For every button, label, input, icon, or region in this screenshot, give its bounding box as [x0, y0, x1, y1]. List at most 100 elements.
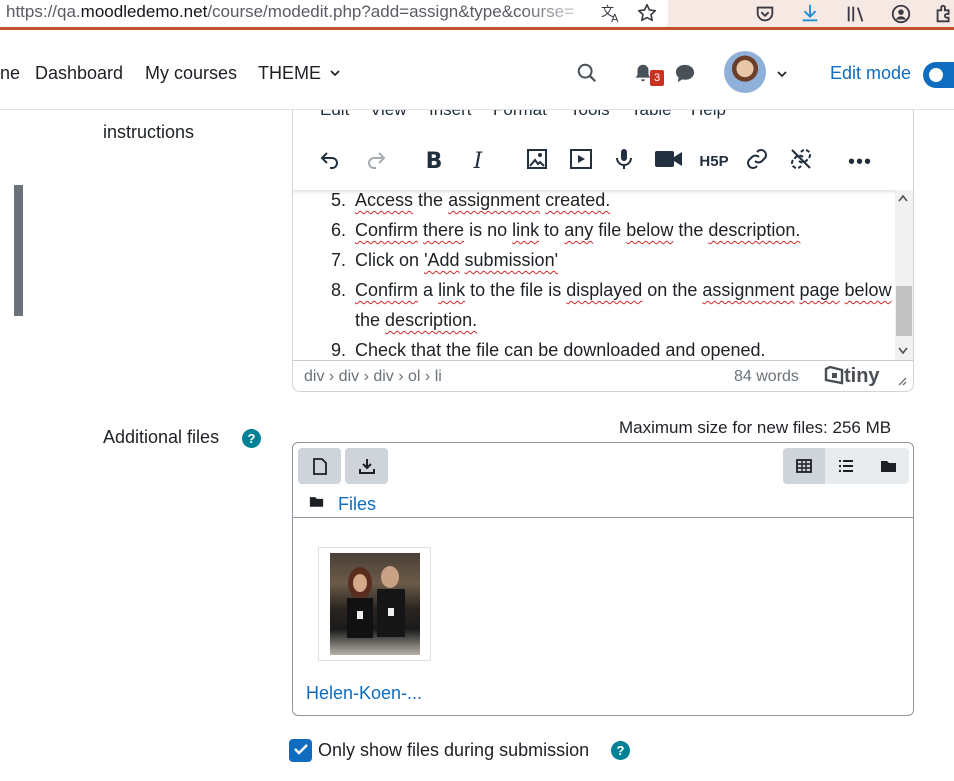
folder-icon [309, 495, 324, 513]
list-item: 9. Check that the file can be downloaded … [331, 335, 895, 360]
menu-format[interactable]: Format [493, 110, 547, 120]
list-text: Confirm a link to the file is displayed … [355, 280, 892, 330]
unlink-icon[interactable] [786, 147, 816, 177]
instructions-list: 5. Access the assignment created. 6. Confi… [331, 190, 895, 360]
file-manager: Files Helen-Koen-... [292, 442, 914, 716]
h5p-icon[interactable]: H5P [697, 147, 731, 177]
course-index-drawer-edge[interactable] [14, 185, 23, 316]
media-icon[interactable] [566, 147, 596, 177]
list-number: 8. [331, 280, 347, 300]
image-icon[interactable] [522, 147, 552, 177]
file-manager-divider [293, 517, 913, 518]
resize-handle-icon[interactable] [897, 373, 907, 391]
list-number: 5. [331, 190, 347, 210]
nav-home-partial[interactable]: ne [0, 63, 20, 84]
bold-icon[interactable]: B [419, 147, 449, 177]
pocket-icon[interactable] [754, 3, 776, 30]
only-show-files-checkbox[interactable] [289, 739, 312, 762]
tiny-brand-text: tiny [844, 365, 880, 387]
editor-scroll-thumb[interactable] [896, 286, 912, 336]
instructions-label: instructions [103, 122, 195, 142]
menu-tools[interactable]: Tools [570, 110, 610, 120]
nav-theme[interactable]: THEME [258, 63, 341, 84]
element-path[interactable]: div › div › div › ol › li [304, 368, 442, 386]
redo-icon[interactable] [361, 147, 391, 177]
list-text: Click on 'Add submission' [355, 250, 559, 270]
editor-menubar: Edit View Insert Format Tools Table Help [293, 110, 913, 124]
download-icon [358, 459, 375, 474]
browser-toolbar: https://qa.moodledemo.net/course/modedit… [0, 0, 954, 30]
tinymce-editor: Edit View Insert Format Tools Table Help… [292, 110, 914, 392]
url-text: https://qa.moodledemo.net/course/modedit… [6, 2, 596, 22]
download-icon[interactable] [799, 2, 821, 29]
library-icon[interactable] [845, 3, 867, 30]
record-video-icon[interactable] [654, 147, 684, 177]
menu-insert[interactable]: Insert [429, 110, 472, 120]
help-icon[interactable]: ? [242, 429, 261, 448]
list-number: 6. [331, 220, 347, 240]
search-icon[interactable] [576, 62, 598, 89]
moodle-navbar [0, 30, 954, 110]
menu-help[interactable]: Help [691, 110, 726, 120]
list-item: 8. Confirm a link to the file is displaye… [331, 275, 895, 335]
link-icon[interactable] [742, 147, 772, 177]
editor-statusbar: div › div › div › ol › li 84 words tiny [293, 360, 913, 391]
file-icon [312, 457, 327, 475]
folder-icon [880, 461, 896, 472]
url-domain: moodledemo.net [80, 2, 208, 21]
nav-dashboard[interactable]: Dashboard [35, 63, 123, 84]
grid-icon [796, 459, 812, 473]
list-number: 7. [331, 250, 347, 270]
files-breadcrumb[interactable]: Files [338, 494, 376, 515]
file-thumbnail[interactable] [318, 547, 431, 661]
download-all-button[interactable] [345, 448, 388, 484]
svg-text:A: A [611, 12, 619, 24]
messages-icon[interactable] [674, 63, 696, 88]
undo-icon[interactable] [315, 147, 345, 177]
tiny-logo-icon [824, 365, 844, 385]
user-menu-chevron-icon[interactable] [775, 67, 789, 85]
view-switcher [783, 448, 909, 484]
menu-table[interactable]: Table [631, 110, 672, 120]
file-image [330, 553, 420, 655]
list-text: Confirm there is no link to any file bel… [355, 220, 801, 240]
more-icon[interactable]: ••• [845, 147, 875, 177]
url-prefix: https://qa. [6, 2, 81, 21]
view-list-button[interactable] [825, 448, 867, 484]
view-tree-button[interactable] [867, 448, 909, 484]
nav-theme-label: THEME [258, 63, 321, 83]
menu-view[interactable]: View [370, 110, 407, 120]
list-number: 9. [331, 340, 347, 360]
scroll-up-icon[interactable] [898, 193, 908, 205]
notifications-badge: 3 [650, 70, 664, 86]
add-file-button[interactable] [298, 448, 341, 484]
extensions-icon[interactable] [933, 3, 954, 30]
list-item: 5. Access the assignment created. [331, 190, 895, 215]
scroll-down-icon[interactable] [898, 346, 908, 358]
edit-mode-toggle[interactable] [923, 62, 954, 88]
italic-icon[interactable]: I [463, 147, 493, 177]
nav-my-courses[interactable]: My courses [145, 63, 237, 84]
max-file-size: Maximum size for new files: 256 MB [619, 418, 892, 437]
additional-files-label: Additional files [103, 427, 220, 447]
address-bar[interactable]: https://qa.moodledemo.net/course/modedit… [0, 0, 668, 27]
tiny-logo[interactable]: tiny [824, 365, 880, 388]
user-avatar[interactable] [724, 51, 766, 93]
url-path: /course/modedit.php?add=assign&type&cour… [207, 2, 574, 21]
word-count[interactable]: 84 words [734, 368, 799, 386]
list-item: 6. Confirm there is no link to any file b… [331, 215, 895, 245]
help-icon[interactable]: ? [611, 741, 630, 760]
checkmark-icon [293, 744, 308, 755]
only-show-files-label: Only show files during submission [318, 740, 590, 760]
list-icon [839, 460, 853, 472]
edit-mode-label: Edit mode [830, 63, 912, 83]
record-audio-icon[interactable] [609, 147, 639, 177]
account-icon[interactable] [890, 3, 912, 30]
view-icons-button[interactable] [783, 448, 825, 484]
file-name-link[interactable]: Helen-Koen-... [306, 683, 422, 704]
bookmark-star-icon[interactable] [636, 2, 658, 29]
menu-edit[interactable]: Edit [320, 110, 349, 120]
list-item: 7. Click on 'Add submission' [331, 245, 895, 275]
translate-icon[interactable]: 文A [600, 2, 622, 29]
editor-content[interactable]: 5. Access the assignment created. 6. Confi… [293, 190, 895, 360]
